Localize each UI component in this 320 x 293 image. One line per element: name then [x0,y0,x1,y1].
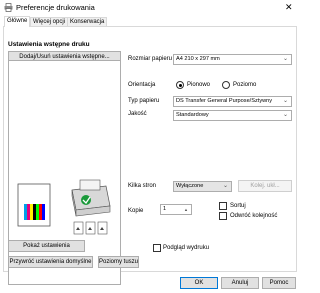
quality-value: Standardowy [176,112,209,118]
presets-title: Ustawienia wstępne druku [8,41,90,48]
collate-checkbox[interactable] [219,202,227,210]
reverse-order-checkbox[interactable] [219,212,227,220]
print-preview-checkbox[interactable] [153,244,161,252]
chevron-down-icon: ⌄ [282,98,288,104]
restore-defaults-button[interactable]: Przywróć ustawienia domyślne [8,256,93,268]
window-title: Preferencje drukowania [16,3,95,12]
portrait-label: Pionowo [187,82,211,88]
printer-illustration-icon [17,179,111,235]
copies-stepper[interactable]: 1 ▲▼ [160,204,192,215]
help-button[interactable]: Pomoc [262,277,296,289]
quality-label: Jakość [128,111,147,117]
cancel-button[interactable]: Anuluj [221,277,259,289]
chevron-down-icon: ⌄ [282,112,288,118]
close-icon[interactable]: ✕ [285,2,293,13]
quality-select[interactable]: Standardowy ⌄ [173,110,292,121]
show-settings-button[interactable]: Pokaż ustawienia [8,240,85,252]
portrait-radio[interactable] [176,81,184,89]
stepper-arrows-icon[interactable]: ▲▼ [184,205,188,214]
ok-button[interactable]: OK [180,277,218,289]
paper-size-label: Rozmiar papieru [128,56,173,62]
paper-size-value: A4 210 x 297 mm [176,56,220,62]
paper-type-value: DS Transfer General Purpose/Sztywny [176,98,273,104]
copies-value: 1 [163,206,167,212]
multipage-label: Kilka stron [128,183,157,189]
copies-label: Kopie [128,208,144,214]
tab-main[interactable]: Główne [4,16,31,27]
multipage-select[interactable]: Wyłączone ⌄ [173,181,232,192]
landscape-radio[interactable] [222,81,230,89]
paper-size-select[interactable]: A4 210 x 297 mm ⌄ [173,54,292,65]
print-preview-label: Podgląd wydruku [163,245,210,251]
collate-label: Sortuj [230,203,246,209]
paper-type-select[interactable]: DS Transfer General Purpose/Sztywny ⌄ [173,96,292,107]
chevron-down-icon: ⌄ [222,183,228,189]
paper-type-label: Typ papieru [128,98,160,104]
layout-order-button[interactable]: Kolej. ukł... [238,180,292,192]
multipage-value: Wyłączone [176,183,204,189]
orientation-label: Orientacja [128,82,156,88]
ink-levels-button[interactable]: Poziomy tuszu [98,256,139,268]
printer-icon [4,3,13,12]
chevron-down-icon: ⌄ [282,56,288,62]
landscape-label: Poziomo [233,82,257,88]
reverse-order-label: Odwróć kolejność [230,213,278,219]
